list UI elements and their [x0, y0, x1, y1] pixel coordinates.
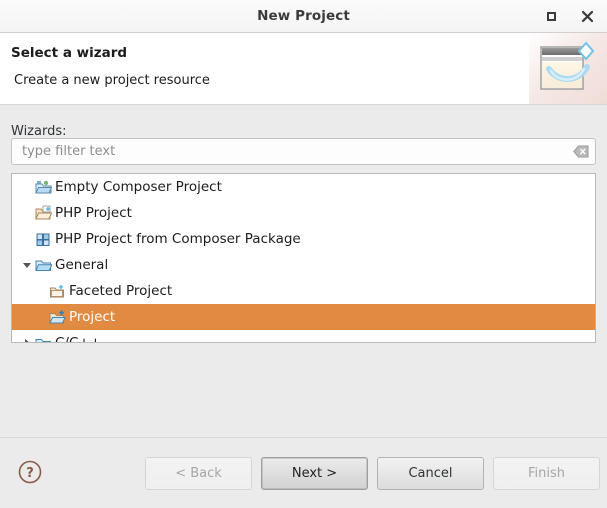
maximize-glyph [546, 12, 556, 21]
list-item[interactable]: PHP Project [12, 200, 595, 226]
back-button[interactable]: < Back [145, 457, 252, 490]
list-item-label: PHP Project from Composer Package [55, 231, 301, 247]
window-controls [541, 0, 597, 33]
close-glyph [581, 10, 593, 23]
folder-closed-icon [34, 334, 52, 342]
tree-group-general[interactable]: General [12, 252, 595, 278]
next-button[interactable]: Next > [261, 457, 368, 490]
wizards-label: Wizards: [11, 124, 67, 139]
new-project-dialog: New Project Select a wizard Create a new… [0, 0, 607, 508]
php-project-icon [34, 204, 52, 222]
chevron-right-icon[interactable] [20, 330, 34, 342]
faceted-project-icon [48, 282, 66, 300]
window-title: New Project [257, 8, 350, 24]
tree-group-cplusplus[interactable]: C/C++ [12, 330, 595, 343]
dialog-buttons: < Back Next > Cancel Finish [145, 457, 600, 490]
clear-icon[interactable] [570, 139, 592, 164]
list-item-label: Faceted Project [69, 283, 173, 299]
list-item[interactable]: Empty Composer Project [12, 174, 595, 200]
list-item-label: Empty Composer Project [55, 179, 222, 195]
tree-group-label: C/C++ [55, 335, 102, 343]
composer-project-icon [34, 178, 52, 196]
tree-group-label: General [55, 257, 109, 273]
svg-text:?: ? [26, 466, 34, 481]
list-item[interactable]: Faceted Project [12, 278, 595, 304]
cancel-button[interactable]: Cancel [377, 457, 484, 490]
new-project-wizard-icon [529, 33, 607, 104]
help-icon[interactable]: ? [17, 459, 43, 485]
close-icon[interactable] [577, 7, 597, 27]
filter-field[interactable] [11, 138, 596, 165]
finish-button[interactable]: Finish [493, 457, 600, 490]
titlebar: New Project [0, 0, 607, 33]
wizard-header: Select a wizard Create a new project res… [0, 33, 607, 105]
composer-package-icon [34, 230, 52, 248]
dialog-body: Wizards: type filter text Empty Composer… [0, 105, 607, 435]
list-item-project-selected[interactable]: Project [12, 304, 595, 330]
list-item-label: PHP Project [55, 205, 132, 221]
list-item[interactable]: PHP Project from Composer Package [12, 226, 595, 252]
folder-open-icon [34, 256, 52, 274]
page-subtitle: Create a new project resource [14, 73, 210, 88]
list-item-label: Project [69, 309, 116, 325]
search-input[interactable] [12, 139, 570, 164]
maximize-icon[interactable] [541, 7, 561, 27]
wizard-tree[interactable]: Empty Composer Project PHP Project PHP P… [11, 173, 596, 343]
chevron-down-icon[interactable] [20, 252, 34, 278]
page-title: Select a wizard [11, 45, 128, 61]
new-project-icon [48, 308, 66, 326]
